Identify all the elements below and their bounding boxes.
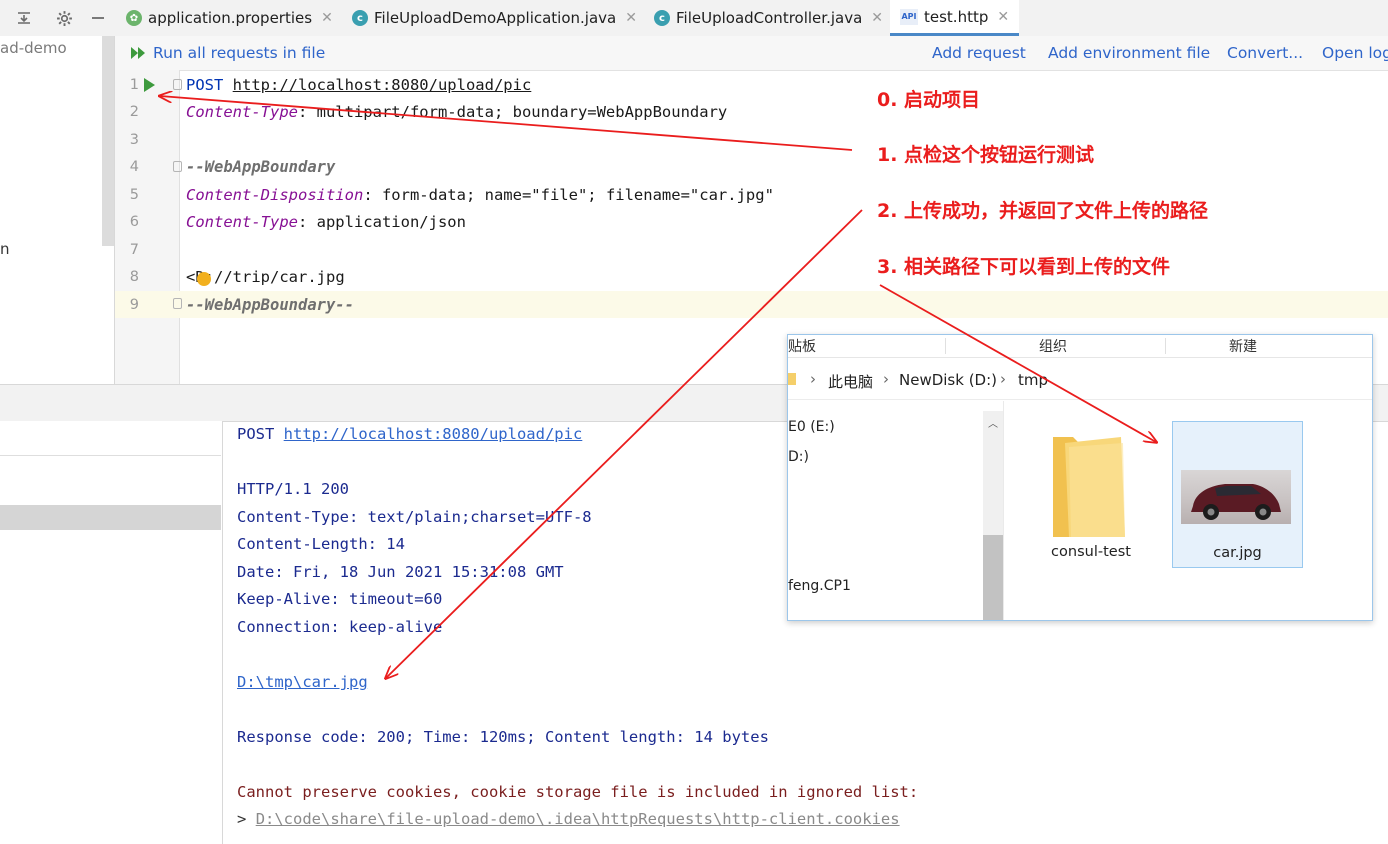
annotation-arrows xyxy=(0,0,1388,844)
annotation-arrow-3 xyxy=(879,284,1156,442)
annotation-arrow-1 xyxy=(160,96,853,151)
annotation-arrow-2 xyxy=(386,209,863,678)
